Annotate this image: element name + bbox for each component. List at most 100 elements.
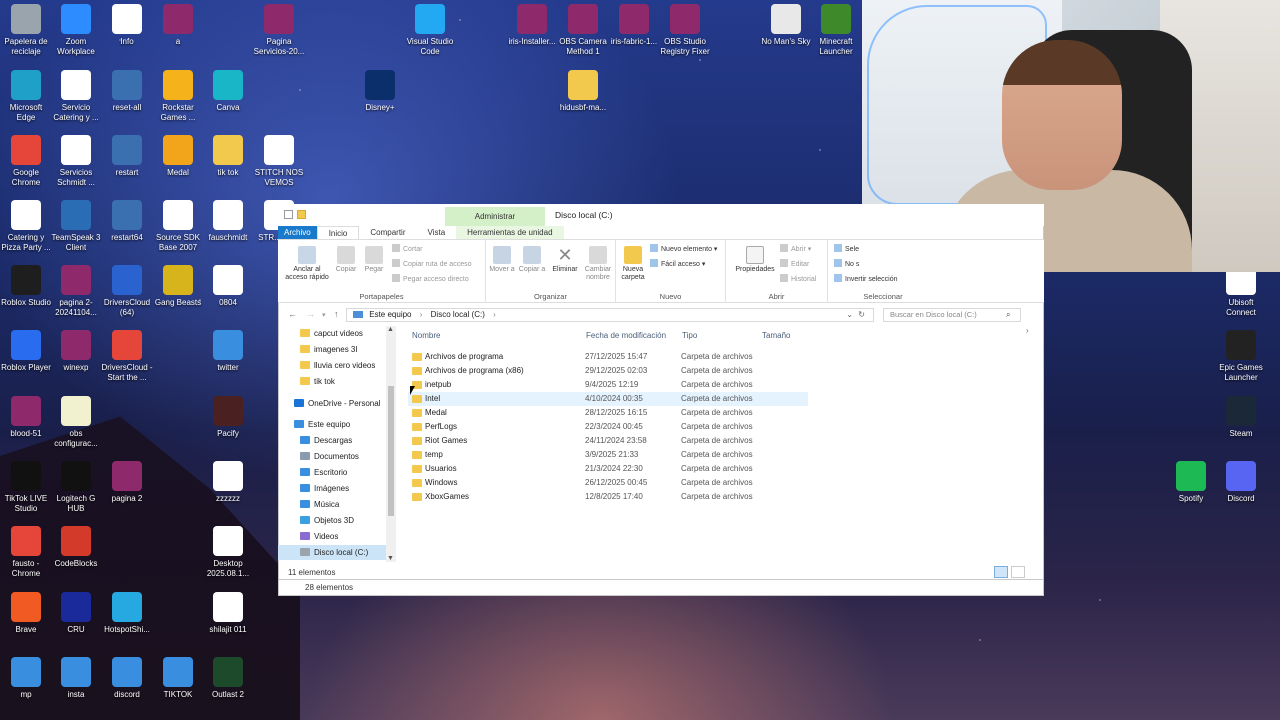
desktop-icon-17[interactable]: Disney+ [354, 70, 406, 113]
nav-item[interactable]: Este equipo [278, 417, 388, 432]
desktop-icon-23[interactable]: tik tok [202, 135, 254, 178]
desktop-icon-48[interactable]: CodeBlocks [50, 526, 102, 569]
properties-qat-icon[interactable] [284, 210, 293, 219]
desktop-icon-29[interactable]: fauschmidt [202, 200, 254, 243]
desktop-icon-59[interactable]: Ubisoft Connect [1215, 265, 1267, 318]
nav-scrollbar[interactable]: ▲ ▼ [386, 326, 396, 562]
file-row[interactable]: inetpub 9/4/2025 12:19 Carpeta de archivos [408, 378, 808, 392]
desktop-icon-63[interactable]: Discord [1215, 461, 1267, 504]
desktop-icon-31[interactable]: Roblox Studio [0, 265, 52, 308]
desktop-icon-28[interactable]: Source SDK Base 2007 [152, 200, 204, 253]
select-all-button[interactable]: Sele [834, 244, 859, 253]
column-header-type[interactable]: Tipo [682, 331, 697, 340]
desktop-icon-16[interactable]: Canva [202, 70, 254, 113]
paste-button[interactable]: Pegar [362, 246, 386, 274]
desktop-icon-41[interactable]: obs configurac... [50, 396, 102, 449]
desktop-icon-6[interactable]: iris-Installer... [506, 4, 558, 47]
desktop-icon-37[interactable]: winexp [50, 330, 102, 373]
desktop-icon-9[interactable]: OBS Studio Registry Fixer [659, 4, 711, 57]
nav-item[interactable]: Escritorio [278, 465, 388, 480]
move-to-button[interactable]: Mover a [488, 246, 516, 274]
desktop-icon-44[interactable]: Logitech G HUB [50, 461, 102, 514]
new-folder-qat-icon[interactable] [297, 210, 306, 219]
invert-selection-button[interactable]: Invertir selección [834, 274, 898, 283]
address-path[interactable]: Este equipo › Disco local (C:) › ⌄ ↻ [346, 308, 874, 322]
column-header-name[interactable]: Nombre [412, 331, 440, 340]
file-row[interactable]: PerfLogs 22/3/2024 00:45 Carpeta de archiv… [408, 420, 808, 434]
file-row[interactable]: Medal 28/12/2025 16:15 Carpeta de archivos [408, 406, 808, 420]
desktop-icon-40[interactable]: blood-51 [0, 396, 52, 439]
desktop-icon-20[interactable]: Servicios Schmidt ... [50, 135, 102, 188]
file-row[interactable]: Usuarios 21/3/2024 22:30 Carpeta de archiv… [408, 462, 808, 476]
desktop-icon-36[interactable]: Roblox Player [0, 330, 52, 373]
nav-item[interactable]: Música [278, 497, 388, 512]
forward-arrow-icon[interactable]: → [306, 309, 315, 319]
context-tab-manage[interactable]: Administrar [445, 207, 545, 226]
desktop-icon-57[interactable]: TIKTOK [152, 657, 204, 700]
desktop-icon-45[interactable]: pagina 2 [101, 461, 153, 504]
edit-button[interactable]: Editar [780, 259, 809, 268]
desktop-icon-25[interactable]: Catering y Pizza Party ... [0, 200, 52, 253]
desktop-icon-19[interactable]: Google Chrome [0, 135, 52, 188]
desktop-icon-11[interactable]: Minecraft Launcher [810, 4, 862, 57]
nav-item[interactable]: Documentos [278, 449, 388, 464]
desktop-icon-15[interactable]: Rockstar Games ... [152, 70, 204, 123]
desktop-icon-22[interactable]: Medal [152, 135, 204, 178]
refresh-icon[interactable]: ↻ [858, 309, 865, 321]
desktop-icon-33[interactable]: DriversCloud (64) [101, 265, 153, 318]
desktop-icon-53[interactable]: shilajit 011 [202, 592, 254, 635]
file-row[interactable]: Archivos de programa (x86) 29/12/2025 02:… [408, 364, 808, 378]
desktop-icon-43[interactable]: TikTok LIVE Studio [0, 461, 52, 514]
desktop-icon-35[interactable]: 0804 [202, 265, 254, 308]
breadcrumb-disco-local[interactable]: Disco local (C:) [431, 310, 485, 319]
desktop-icon-52[interactable]: HotspotShi... [101, 592, 153, 635]
desktop-icon-14[interactable]: reset-all [101, 70, 153, 113]
file-row[interactable]: Riot Games 24/11/2024 23:58 Carpeta de arc… [408, 434, 808, 448]
desktop-icon-13[interactable]: Servicio Catering y ... [50, 70, 102, 123]
desktop-icon-32[interactable]: pagina 2-20241104... [50, 265, 102, 318]
desktop-icon-27[interactable]: restart64 [101, 200, 153, 243]
copy-to-button[interactable]: Copiar a [518, 246, 546, 274]
desktop-icon-50[interactable]: Brave [0, 592, 52, 635]
rename-button[interactable]: Cambiar nombre [582, 246, 614, 282]
desktop-icon-18[interactable]: hidusbf-ma... [557, 70, 609, 113]
desktop-icon-55[interactable]: insta [50, 657, 102, 700]
delete-button[interactable]: ✕ Eliminar [550, 246, 580, 274]
desktop-icon-38[interactable]: DriversCloud - Start the ... [101, 330, 153, 383]
desktop-icon-51[interactable]: CRU [50, 592, 102, 635]
desktop-icon-12[interactable]: Microsoft Edge [0, 70, 52, 123]
tab-vista[interactable]: Vista [417, 226, 457, 239]
desktop-icon-0[interactable]: Papelera de reciclaje [0, 4, 52, 57]
file-row[interactable]: Intel 4/10/2024 00:35 Carpeta de archivos [408, 392, 808, 406]
cut-button[interactable]: Cortar [392, 244, 422, 253]
nav-item[interactable]: tik tok [278, 374, 388, 389]
nav-item[interactable]: imagenes 3I [278, 342, 388, 357]
expand-ribbon-icon[interactable]: › [1026, 326, 1029, 335]
desktop-icon-3[interactable]: a [152, 4, 204, 47]
desktop-icon-4[interactable]: Pagina Servicios-20... [253, 4, 305, 57]
desktop-icon-26[interactable]: TeamSpeak 3 Client [50, 200, 102, 253]
tab-herramientas-de-unidad[interactable]: Herramientas de unidad [456, 226, 564, 239]
pin-quick-access-button[interactable]: Anclar al acceso rápido [282, 246, 332, 282]
file-row[interactable]: Archivos de programa 27/12/2025 15:47 Carp… [408, 350, 808, 364]
nav-item[interactable]: capcut videos [278, 326, 388, 341]
recent-chevron-icon[interactable]: ▾ [322, 311, 326, 319]
nav-item[interactable]: Descargas [278, 433, 388, 448]
desktop-icon-2[interactable]: Info [101, 4, 153, 47]
desktop-icon-8[interactable]: iris-fabric-1... [608, 4, 660, 47]
desktop-icon-7[interactable]: OBS Camera Method 1 [557, 4, 609, 57]
desktop-icon-60[interactable]: Epic Games Launcher [1215, 330, 1267, 383]
scroll-up-icon[interactable]: ▲ [387, 326, 394, 333]
nav-item[interactable]: OneDrive - Personal [278, 396, 388, 411]
nav-item[interactable]: Objetos 3D [278, 513, 388, 528]
new-item-dropdown[interactable]: Nuevo elemento ▾ [650, 244, 717, 253]
column-header-size[interactable]: Tamaño [762, 331, 790, 340]
copy-path-button[interactable]: Copiar ruta de acceso [392, 259, 471, 268]
scroll-down-icon[interactable]: ▼ [387, 555, 394, 562]
breadcrumb-este-equipo[interactable]: Este equipo [369, 310, 411, 319]
search-icon[interactable]: ⌕ [1006, 310, 1010, 320]
column-header-modified[interactable]: Fecha de modificación [586, 331, 666, 340]
desktop-icon-10[interactable]: No Man's Sky [760, 4, 812, 47]
desktop-icon-54[interactable]: mp [0, 657, 52, 700]
nav-item[interactable]: Videos [278, 529, 388, 544]
